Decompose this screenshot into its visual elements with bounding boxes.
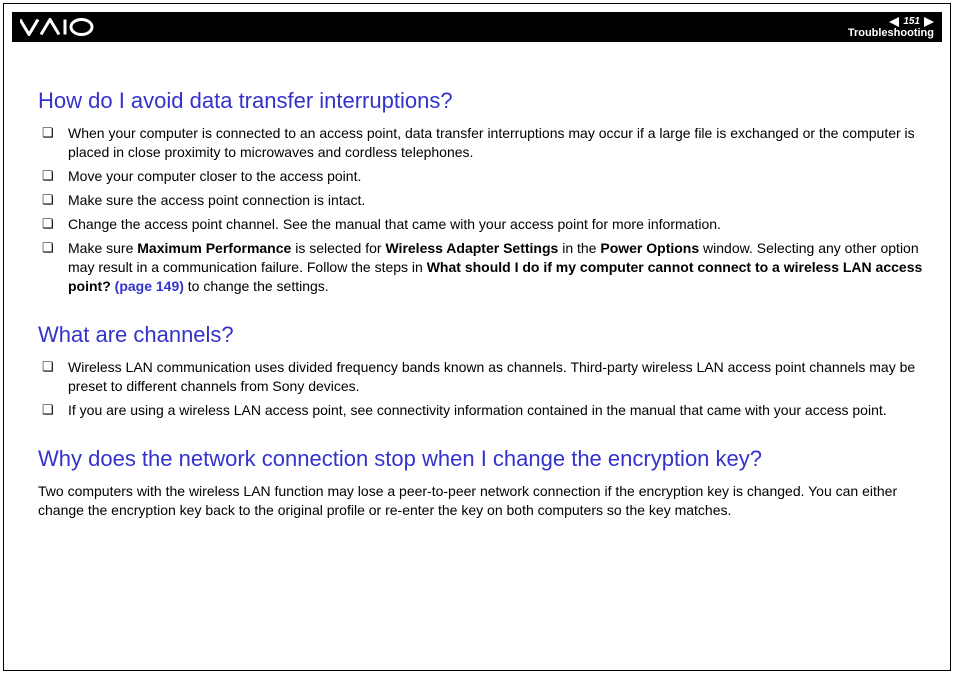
list-item: If you are using a wireless LAN access p… (38, 401, 924, 420)
header-right: 151 Troubleshooting (848, 16, 942, 42)
body-paragraph: Two computers with the wireless LAN func… (38, 482, 924, 520)
header-bar: 151 Troubleshooting (12, 12, 942, 42)
text-run: When your computer is connected to an ac… (68, 125, 915, 160)
question-heading: What are channels? (38, 322, 924, 348)
text-run: Wireless Adapter Settings (385, 240, 558, 256)
list-item: Move your computer closer to the access … (38, 167, 924, 186)
text-run: Make sure (68, 240, 137, 256)
bullet-list: When your computer is connected to an ac… (38, 124, 924, 295)
nav-prev-icon[interactable] (889, 17, 899, 27)
page-content: How do I avoid data transfer interruptio… (38, 60, 924, 662)
text-run: Move your computer closer to the access … (68, 168, 361, 184)
vaio-logo-svg (20, 18, 110, 36)
list-item: Make sure Maximum Performance is selecte… (38, 239, 924, 296)
vaio-logo (12, 12, 118, 42)
text-run: Power Options (600, 240, 699, 256)
list-item: When your computer is connected to an ac… (38, 124, 924, 162)
section-label: Troubleshooting (848, 27, 934, 39)
page-number: 151 (903, 16, 920, 27)
list-item: Change the access point channel. See the… (38, 215, 924, 234)
nav-next-icon[interactable] (924, 17, 934, 27)
text-run: Change the access point channel. See the… (68, 216, 721, 232)
page-nav: 151 (889, 16, 934, 27)
text-run: Wireless LAN communication uses divided … (68, 359, 915, 394)
text-run: If you are using a wireless LAN access p… (68, 402, 887, 418)
list-item: Wireless LAN communication uses divided … (38, 358, 924, 396)
page-link[interactable]: (page 149) (115, 278, 184, 294)
text-run: is selected for (291, 240, 385, 256)
question-heading: How do I avoid data transfer interruptio… (38, 88, 924, 114)
question-heading: Why does the network connection stop whe… (38, 446, 924, 472)
text-run: in the (558, 240, 600, 256)
text-run: to change the settings. (184, 278, 329, 294)
bullet-list: Wireless LAN communication uses divided … (38, 358, 924, 420)
text-run: Maximum Performance (137, 240, 291, 256)
text-run: Make sure the access point connection is… (68, 192, 365, 208)
list-item: Make sure the access point connection is… (38, 191, 924, 210)
